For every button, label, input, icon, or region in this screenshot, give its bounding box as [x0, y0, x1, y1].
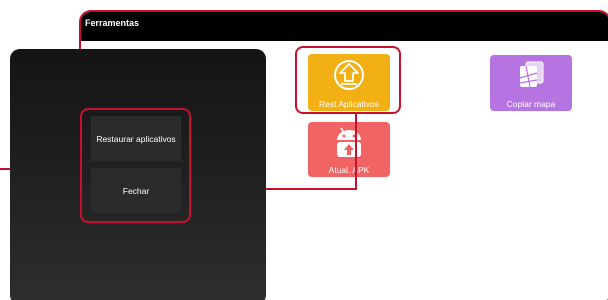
connector-line	[355, 114, 357, 190]
restore-apps-button[interactable]: Restaurar aplicativos	[91, 116, 181, 161]
close-button[interactable]: Fechar	[91, 168, 181, 213]
screen: Ferramentas Rest Aplicativos Copiar mapa	[0, 0, 608, 300]
map-copy-icon	[519, 61, 544, 88]
rest-tile-highlight	[295, 46, 401, 114]
tile-copiar-mapa[interactable]: Copiar mapa	[490, 55, 572, 111]
android-update-icon	[337, 127, 361, 157]
tile-label: Atual. APK	[328, 165, 370, 175]
tile-label: Copiar mapa	[506, 99, 556, 109]
tile-atual-apk[interactable]: Atual. APK	[308, 122, 390, 177]
window-title: Ferramentas	[81, 12, 608, 41]
